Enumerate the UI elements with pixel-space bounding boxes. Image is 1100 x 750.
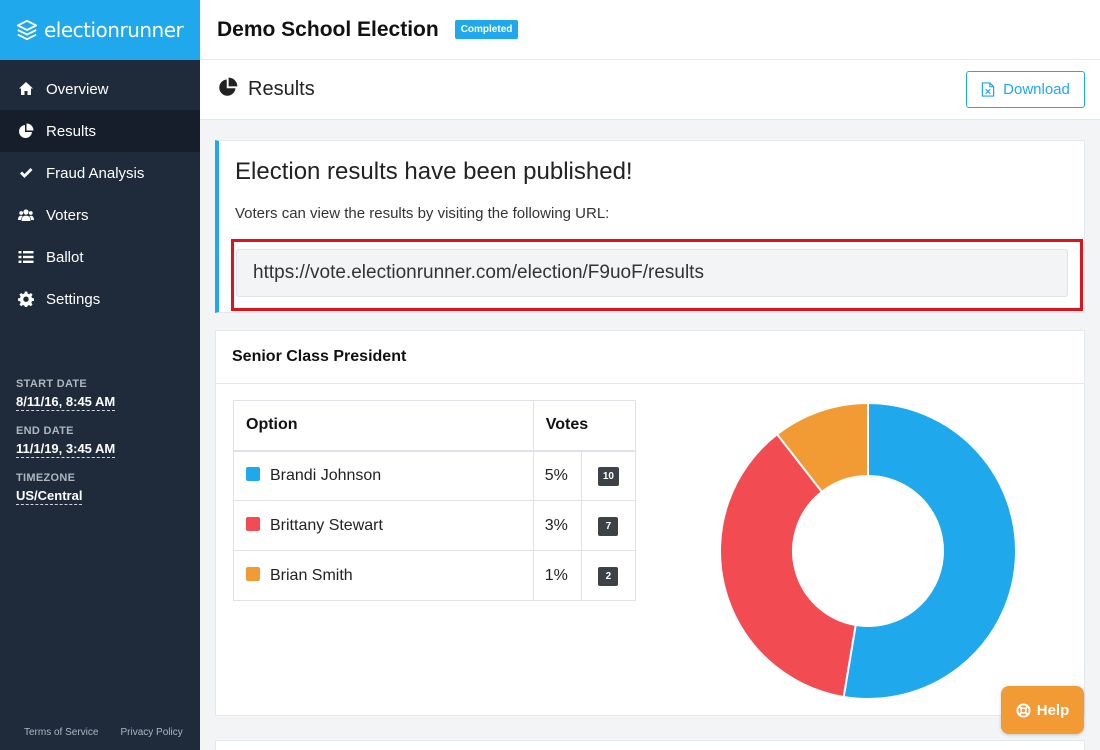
privacy-policy-link[interactable]: Privacy Policy: [120, 727, 182, 738]
end-date-value[interactable]: 11/1/19, 3:45 AM: [16, 441, 116, 458]
votes-column-header: Votes: [533, 400, 637, 452]
next-panel: [215, 740, 1085, 750]
option-cell: Brian Smith: [233, 550, 534, 601]
table-row: Brittany Stewart 3% 7: [233, 500, 637, 551]
timezone-label: TIMEZONE: [16, 472, 76, 484]
publish-notice-panel: Election results have been published! Vo…: [215, 140, 1085, 313]
sidebar-item-label: Settings: [46, 290, 101, 308]
status-badge: Completed: [454, 20, 519, 39]
sidebar-footer: Terms of Service Privacy Policy: [24, 727, 183, 738]
end-date-label: END DATE: [16, 425, 74, 437]
page-header: Results Download: [200, 60, 1100, 120]
donut-slice-brandi-johnson[interactable]: [842, 401, 1017, 700]
vote-count-cell: 7: [581, 500, 637, 551]
vote-percent: 3%: [533, 500, 582, 551]
users-icon: [17, 206, 35, 224]
race-panel: Senior Class President Option Votes Bran…: [215, 330, 1085, 716]
help-button[interactable]: Help: [1001, 686, 1084, 734]
sidebar-item-label: Ballot: [46, 248, 84, 266]
election-title: Demo School Election: [217, 17, 439, 41]
pie-chart-icon: [218, 77, 238, 102]
life-ring-icon: [1016, 702, 1031, 718]
terms-of-service-link[interactable]: Terms of Service: [24, 727, 98, 738]
sidebar-item-label: Voters: [46, 206, 89, 224]
option-column-header: Option: [233, 400, 534, 452]
option-name: Brittany Stewart: [270, 516, 383, 534]
home-icon: [17, 80, 35, 98]
option-cell: Brittany Stewart: [233, 500, 534, 551]
option-name: Brandi Johnson: [270, 466, 382, 484]
sidebar-item-voters[interactable]: Voters: [0, 194, 200, 236]
sidebar-nav: Overview Results Fraud Analysis Voters B…: [0, 68, 200, 320]
vote-percent: 1%: [533, 550, 582, 601]
sidebar-item-results[interactable]: Results: [0, 110, 200, 152]
sidebar-item-overview[interactable]: Overview: [0, 68, 200, 110]
download-button[interactable]: Download: [966, 71, 1085, 108]
start-date-value[interactable]: 8/11/16, 8:45 AM: [16, 394, 116, 411]
publish-title: Election results have been published!: [235, 158, 633, 185]
results-donut-chart: [719, 401, 1017, 700]
vote-percent: 5%: [533, 450, 582, 501]
results-url-field[interactable]: https://vote.electionrunner.com/election…: [236, 249, 1068, 297]
list-icon: [17, 248, 35, 266]
vote-count-cell: 2: [581, 550, 637, 601]
election-meta: START DATE 8/11/16, 8:45 AM END DATE 11/…: [16, 378, 116, 519]
start-date-label: START DATE: [16, 378, 88, 390]
option-name: Brian Smith: [270, 566, 353, 584]
color-swatch: [246, 466, 260, 481]
table-header-row: Option Votes: [233, 400, 637, 452]
sidebar-item-label: Results: [46, 122, 97, 140]
color-swatch: [246, 566, 260, 581]
sidebar: electionrunner Overview Results Fraud An…: [0, 0, 200, 750]
topbar: Demo School Election Completed: [200, 0, 1100, 60]
gear-icon: [17, 290, 35, 308]
vote-count-cell: 10: [581, 450, 637, 501]
sidebar-item-label: Fraud Analysis: [46, 164, 145, 182]
check-icon: [17, 164, 35, 182]
vote-count-badge: 7: [598, 516, 619, 536]
brand-header[interactable]: electionrunner: [0, 0, 200, 60]
file-excel-icon: [981, 82, 995, 97]
results-table: Option Votes Brandi Johnson 5% 10 Britta…: [233, 400, 637, 601]
sidebar-item-fraud-analysis[interactable]: Fraud Analysis: [0, 152, 200, 194]
help-label: Help: [1036, 701, 1070, 719]
table-row: Brandi Johnson 5% 10: [233, 450, 637, 501]
timezone-value[interactable]: US/Central: [16, 488, 83, 505]
pie-chart-icon: [17, 122, 35, 140]
vote-count-badge: 10: [597, 466, 619, 486]
page-title: Results: [248, 78, 315, 100]
publish-description: Voters can view the results by visiting …: [235, 205, 610, 222]
sidebar-item-label: Overview: [46, 80, 109, 98]
vote-count-badge: 2: [598, 566, 619, 586]
sidebar-item-ballot[interactable]: Ballot: [0, 236, 200, 278]
sidebar-item-settings[interactable]: Settings: [0, 278, 200, 320]
layers-logo-icon: [16, 19, 38, 41]
race-title: Senior Class President: [216, 331, 1084, 384]
brand-name: electionrunner: [44, 18, 184, 42]
option-cell: Brandi Johnson: [233, 450, 534, 501]
download-label: Download: [1003, 81, 1070, 98]
table-row: Brian Smith 1% 2: [233, 550, 637, 601]
color-swatch: [246, 516, 260, 531]
